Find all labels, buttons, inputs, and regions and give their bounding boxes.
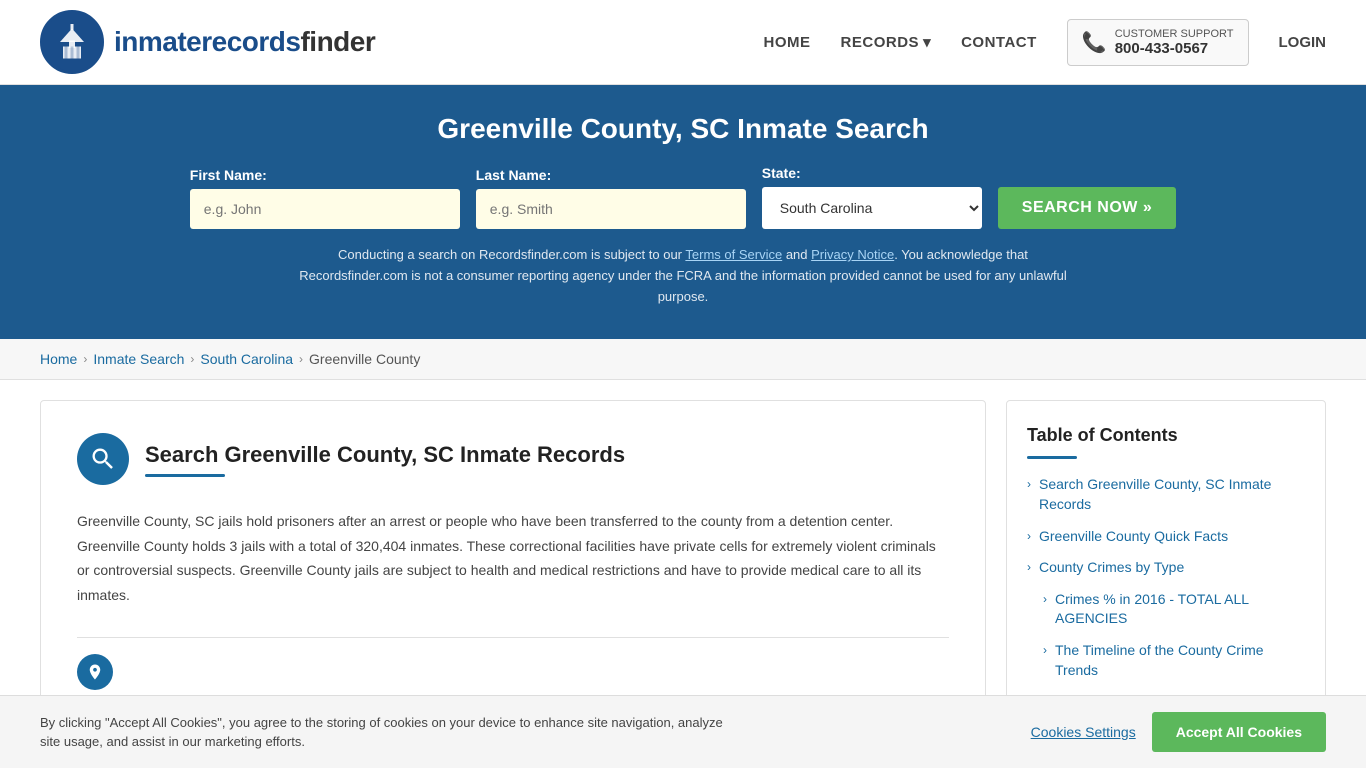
- toc-list: › Search Greenville County, SC Inmate Re…: [1027, 475, 1305, 711]
- logo-text: inmaterecordsfinder: [114, 26, 375, 58]
- first-name-group: First Name:: [190, 167, 460, 229]
- hero-section: Greenville County, SC Inmate Search Firs…: [0, 85, 1366, 339]
- login-button[interactable]: LOGIN: [1279, 34, 1327, 51]
- cookie-text: By clicking "Accept All Cookies", you ag…: [40, 713, 740, 752]
- first-name-input[interactable]: [190, 189, 460, 229]
- search-form: First Name: Last Name: State: South Caro…: [40, 165, 1326, 229]
- toc-link[interactable]: Search Greenville County, SC Inmate Reco…: [1039, 475, 1305, 514]
- chevron-down-icon: ▾: [923, 33, 931, 51]
- toc-link[interactable]: The Timeline of the County Crime Trends: [1055, 641, 1305, 680]
- last-name-input[interactable]: [476, 189, 746, 229]
- breadcrumb-state[interactable]: South Carolina: [200, 351, 293, 367]
- toc-item[interactable]: › Greenville County Quick Facts: [1027, 527, 1305, 547]
- toc-item[interactable]: › County Crimes by Type: [1027, 558, 1305, 578]
- breadcrumb-inmate-search[interactable]: Inmate Search: [93, 351, 184, 367]
- support-text: CUSTOMER SUPPORT 800-433-0567: [1115, 28, 1234, 57]
- support-label: CUSTOMER SUPPORT: [1115, 28, 1234, 40]
- toc-item[interactable]: › Search Greenville County, SC Inmate Re…: [1027, 475, 1305, 514]
- toc-title: Table of Contents: [1027, 425, 1305, 446]
- nav-records-label: RECORDS: [841, 34, 920, 51]
- state-select[interactable]: South Carolina Alabama Alaska California…: [762, 187, 982, 229]
- breadcrumb-sep-3: ›: [299, 352, 303, 366]
- toc-link[interactable]: Greenville County Quick Facts: [1039, 527, 1228, 547]
- toc-item[interactable]: › The Timeline of the County Crime Trend…: [1027, 641, 1305, 680]
- state-label: State:: [762, 165, 982, 181]
- first-name-label: First Name:: [190, 167, 460, 183]
- article-section-2-partial: [77, 637, 949, 690]
- cookie-settings-button[interactable]: Cookies Settings: [1031, 724, 1136, 740]
- cookie-accept-button[interactable]: Accept All Cookies: [1152, 712, 1326, 752]
- breadcrumb-home[interactable]: Home: [40, 351, 77, 367]
- chevron-right-icon: ›: [1027, 477, 1031, 491]
- tos-link[interactable]: Terms of Service: [685, 247, 782, 262]
- support-number: 800-433-0567: [1115, 40, 1234, 57]
- breadcrumb: Home › Inmate Search › South Carolina › …: [0, 339, 1366, 380]
- nav-contact[interactable]: CONTACT: [961, 34, 1037, 51]
- nav-home[interactable]: HOME: [764, 34, 811, 51]
- article-icon: [77, 433, 129, 485]
- article-title-underline: [145, 474, 225, 477]
- breadcrumb-sep-1: ›: [83, 352, 87, 366]
- search-button[interactable]: SEARCH NOW »: [998, 187, 1176, 229]
- chevron-right-icon: ›: [1043, 643, 1047, 657]
- breadcrumb-county: Greenville County: [309, 351, 420, 367]
- article-body: Greenville County, SC jails hold prisone…: [77, 509, 949, 607]
- toc-link[interactable]: County Crimes by Type: [1039, 558, 1184, 578]
- article-section-2-icon: [77, 654, 113, 690]
- logo-main-text: inmaterecords: [114, 26, 300, 57]
- toc-link[interactable]: Crimes % in 2016 - TOTAL ALL AGENCIES: [1055, 590, 1305, 629]
- breadcrumb-sep-2: ›: [190, 352, 194, 366]
- toc-item[interactable]: › Crimes % in 2016 - TOTAL ALL AGENCIES: [1027, 590, 1305, 629]
- article-header: Search Greenville County, SC Inmate Reco…: [77, 433, 949, 485]
- main-nav: HOME RECORDS ▾ CONTACT 📞 CUSTOMER SUPPOR…: [764, 19, 1326, 66]
- chevron-right-icon: ›: [1027, 529, 1031, 543]
- site-header: inmaterecordsfinder HOME RECORDS ▾ CONTA…: [0, 0, 1366, 85]
- cookie-banner: By clicking "Accept All Cookies", you ag…: [0, 695, 1366, 768]
- chevron-right-icon: ›: [1027, 560, 1031, 574]
- chevron-right-icon: ›: [1043, 592, 1047, 606]
- phone-icon: 📞: [1082, 30, 1107, 55]
- cookie-actions: Cookies Settings Accept All Cookies: [1031, 712, 1326, 752]
- article-title-area: Search Greenville County, SC Inmate Reco…: [145, 442, 625, 477]
- toc-divider: [1027, 456, 1077, 459]
- support-box[interactable]: 📞 CUSTOMER SUPPORT 800-433-0567: [1067, 19, 1249, 66]
- logo-bold-text: finder: [300, 26, 375, 57]
- logo-area: inmaterecordsfinder: [40, 10, 375, 74]
- hero-disclaimer: Conducting a search on Recordsfinder.com…: [283, 245, 1083, 307]
- page-title: Greenville County, SC Inmate Search: [40, 113, 1326, 145]
- last-name-group: Last Name:: [476, 167, 746, 229]
- article-title: Search Greenville County, SC Inmate Reco…: [145, 442, 625, 468]
- last-name-label: Last Name:: [476, 167, 746, 183]
- state-group: State: South Carolina Alabama Alaska Cal…: [762, 165, 982, 229]
- logo-icon: [40, 10, 104, 74]
- nav-records[interactable]: RECORDS ▾: [841, 33, 932, 51]
- privacy-link[interactable]: Privacy Notice: [811, 247, 894, 262]
